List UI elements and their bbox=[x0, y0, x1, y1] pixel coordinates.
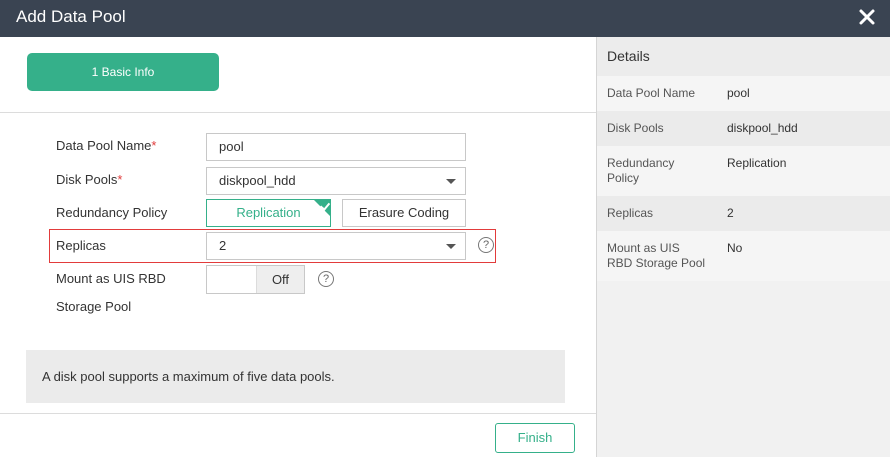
detail-key: Policy bbox=[607, 171, 640, 185]
details-title: Details bbox=[597, 37, 890, 76]
detail-row: Data Pool Name pool bbox=[597, 76, 890, 111]
dialog-title: Add Data Pool bbox=[16, 7, 126, 26]
detail-key: Disk Pools bbox=[607, 121, 664, 135]
detail-key: RBD Storage Pool bbox=[607, 256, 706, 270]
redundancy-label: Redundancy Policy bbox=[56, 205, 168, 220]
disk-pools-select[interactable]: diskpool_hdd bbox=[206, 167, 466, 195]
toggle-off-label: Off bbox=[256, 266, 304, 293]
redundancy-replication-option[interactable]: Replication bbox=[206, 199, 331, 227]
detail-key: Redundancy bbox=[607, 156, 675, 170]
detail-row: Redundancy Policy Replication bbox=[597, 146, 890, 196]
close-icon[interactable] bbox=[858, 8, 876, 26]
detail-row: Disk Pools diskpool_hdd bbox=[597, 111, 890, 146]
divider bbox=[0, 413, 596, 414]
pool-name-value: pool bbox=[219, 139, 244, 154]
detail-row: Mount as UIS RBD Storage Pool No bbox=[597, 231, 890, 281]
disk-pools-label: Disk Pools* bbox=[56, 172, 123, 187]
disk-pools-value: diskpool_hdd bbox=[219, 173, 296, 188]
mount-label-line1: Mount as UIS RBD bbox=[56, 271, 166, 286]
detail-value: 2 bbox=[727, 206, 734, 220]
detail-value: pool bbox=[727, 86, 750, 100]
detail-value: No bbox=[727, 241, 743, 255]
detail-value: Replication bbox=[727, 156, 787, 170]
dialog-titlebar: Add Data Pool bbox=[0, 0, 890, 37]
detail-value: diskpool_hdd bbox=[727, 121, 798, 135]
help-icon[interactable]: ? bbox=[478, 237, 494, 253]
info-notice: A disk pool supports a maximum of five d… bbox=[26, 350, 565, 403]
mount-toggle[interactable]: Off bbox=[206, 265, 305, 294]
detail-key: Replicas bbox=[607, 206, 654, 220]
notice-text: A disk pool supports a maximum of five d… bbox=[42, 369, 335, 384]
pool-name-input[interactable]: pool bbox=[206, 133, 466, 161]
replicas-value: 2 bbox=[219, 238, 227, 253]
step-basic-info-button[interactable]: 1 Basic Info bbox=[27, 53, 219, 91]
divider bbox=[0, 112, 596, 113]
help-icon[interactable]: ? bbox=[318, 271, 334, 287]
replicas-select[interactable]: 2 bbox=[206, 232, 466, 260]
detail-key: Data Pool Name bbox=[607, 86, 696, 100]
toggle-knob bbox=[207, 266, 257, 293]
pool-name-label: Data Pool Name* bbox=[56, 138, 157, 153]
details-panel: Details Data Pool Name pool Disk Pools d… bbox=[596, 37, 890, 457]
required-mark: * bbox=[117, 172, 123, 187]
required-mark: * bbox=[151, 138, 157, 153]
finish-button[interactable]: Finish bbox=[495, 423, 575, 453]
detail-key: Mount as UIS bbox=[607, 241, 680, 255]
form-panel: 1 Basic Info Data Pool Name* pool Disk P… bbox=[0, 37, 596, 457]
replicas-label: Replicas bbox=[56, 238, 106, 253]
redundancy-erasure-coding-option[interactable]: Erasure Coding bbox=[342, 199, 466, 227]
chevron-down-icon bbox=[446, 179, 456, 184]
chevron-down-icon bbox=[446, 244, 456, 249]
detail-row: Replicas 2 bbox=[597, 196, 890, 231]
mount-label-line2: Storage Pool bbox=[56, 299, 132, 314]
